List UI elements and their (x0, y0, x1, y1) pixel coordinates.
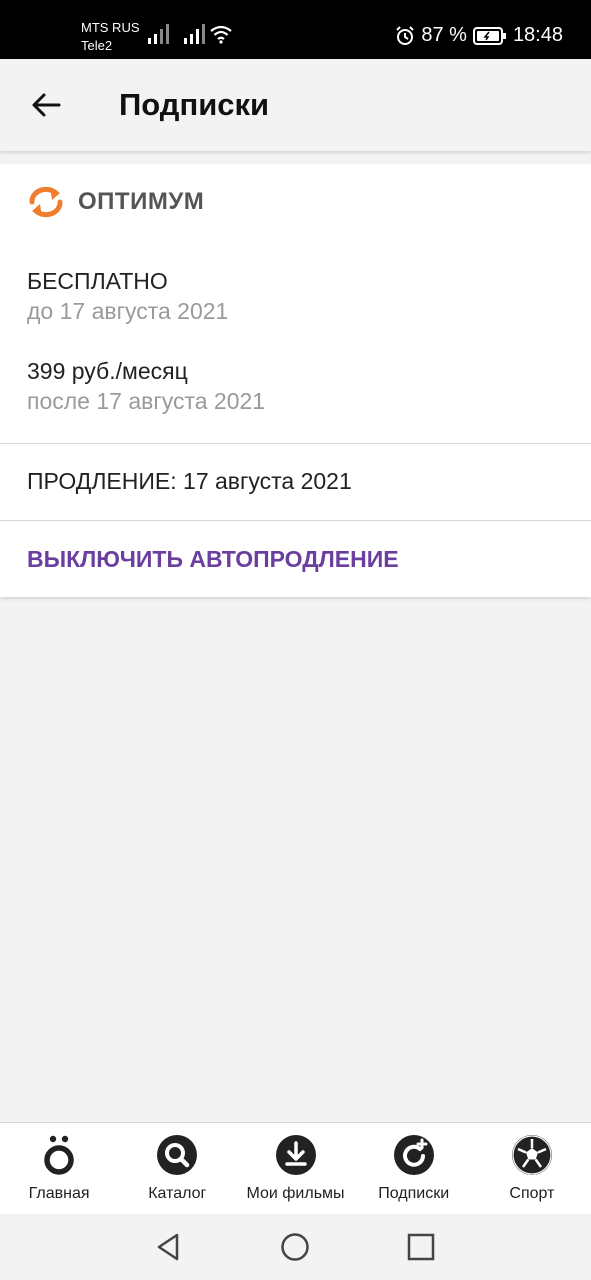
signal-icon (148, 24, 169, 44)
divider (0, 443, 591, 444)
status-bar: MTS RUS Tele2 87 % 18:48 (0, 0, 591, 59)
back-arrow-icon (32, 93, 61, 117)
alarm-icon (396, 25, 415, 45)
app-bar: Подписки (0, 59, 591, 151)
renew-icon (29, 186, 63, 218)
home-logo-icon (38, 1133, 80, 1177)
paid-period: 399 руб./месяц после 17 августа 2021 (27, 356, 265, 416)
nav-label-home: Главная (28, 1185, 90, 1202)
nav-item-subscriptions[interactable]: Подписки (355, 1123, 473, 1214)
back-button[interactable] (26, 85, 66, 125)
carrier-2: Tele2 (81, 38, 113, 53)
nav-item-sport[interactable]: Спорт (473, 1123, 591, 1214)
free-until: до 17 августа 2021 (27, 298, 229, 324)
signal-icon-2 (184, 24, 205, 44)
nav-item-home[interactable]: Главная (0, 1123, 118, 1214)
plan-name: ОПТИМУМ (78, 188, 205, 215)
download-icon (275, 1133, 317, 1177)
wifi-icon (210, 25, 232, 44)
nav-label-subscriptions: Подписки (378, 1185, 450, 1202)
carriers: MTS RUS Tele2 (81, 19, 140, 55)
subscription-card: ОПТИМУМ БЕСПЛАТНО до 17 августа 2021 399… (0, 164, 591, 597)
plan-header: ОПТИМУМ (26, 184, 204, 220)
disable-autorenew-button[interactable]: ВЫКЛЮЧИТЬ АВТОПРОДЛЕНИЕ (0, 521, 591, 597)
bottom-nav: Главная Каталог Мои фильмы Подписки Спор… (0, 1122, 591, 1214)
search-icon (156, 1133, 198, 1177)
battery-percent: 87 % (421, 24, 467, 46)
nav-label-my-films: Мои фильмы (246, 1185, 345, 1202)
carrier-1: MTS RUS (81, 20, 140, 35)
nav-label-catalog: Каталог (148, 1185, 207, 1202)
nav-item-my-films[interactable]: Мои фильмы (236, 1123, 354, 1214)
clock: 18:48 (512, 24, 563, 46)
nav-item-catalog[interactable]: Каталог (118, 1123, 236, 1214)
price: 399 руб./месяц (27, 358, 188, 384)
free-label: БЕСПЛАТНО (27, 268, 168, 294)
soccer-ball-icon (511, 1133, 553, 1177)
renewal-date: ПРОДЛЕНИЕ: 17 августа 2021 (27, 468, 352, 494)
system-nav-bar (0, 1214, 591, 1280)
free-period: БЕСПЛАТНО до 17 августа 2021 (27, 266, 228, 326)
system-home-icon[interactable] (279, 1231, 311, 1263)
battery-icon (472, 26, 506, 45)
page-title: Подписки (119, 87, 270, 122)
nav-label-sport: Спорт (509, 1185, 555, 1202)
status-right: 87 % 18:48 (395, 24, 563, 47)
system-recents-icon[interactable] (405, 1231, 437, 1263)
system-back-icon[interactable] (153, 1231, 185, 1263)
subscriptions-icon (393, 1133, 435, 1177)
price-after: после 17 августа 2021 (27, 388, 266, 414)
